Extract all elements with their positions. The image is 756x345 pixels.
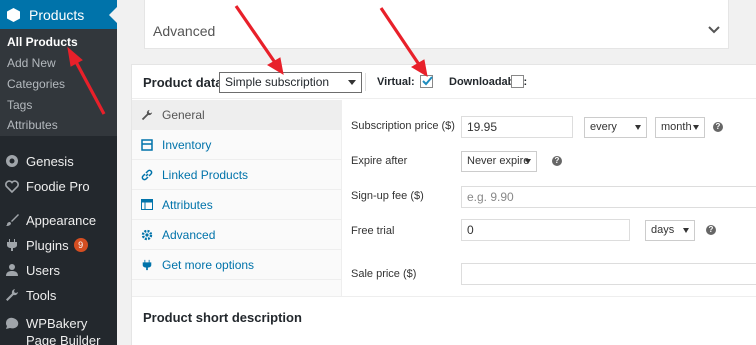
arrowhead-virtual <box>411 59 428 78</box>
arrowhead-all-products <box>67 46 83 67</box>
arrow-to-product-type <box>234 5 278 65</box>
arrowhead-product-type <box>267 57 284 76</box>
arrow-to-virtual <box>379 7 422 67</box>
arrow-to-all-products <box>73 59 106 115</box>
annotation-arrows <box>67 5 428 115</box>
